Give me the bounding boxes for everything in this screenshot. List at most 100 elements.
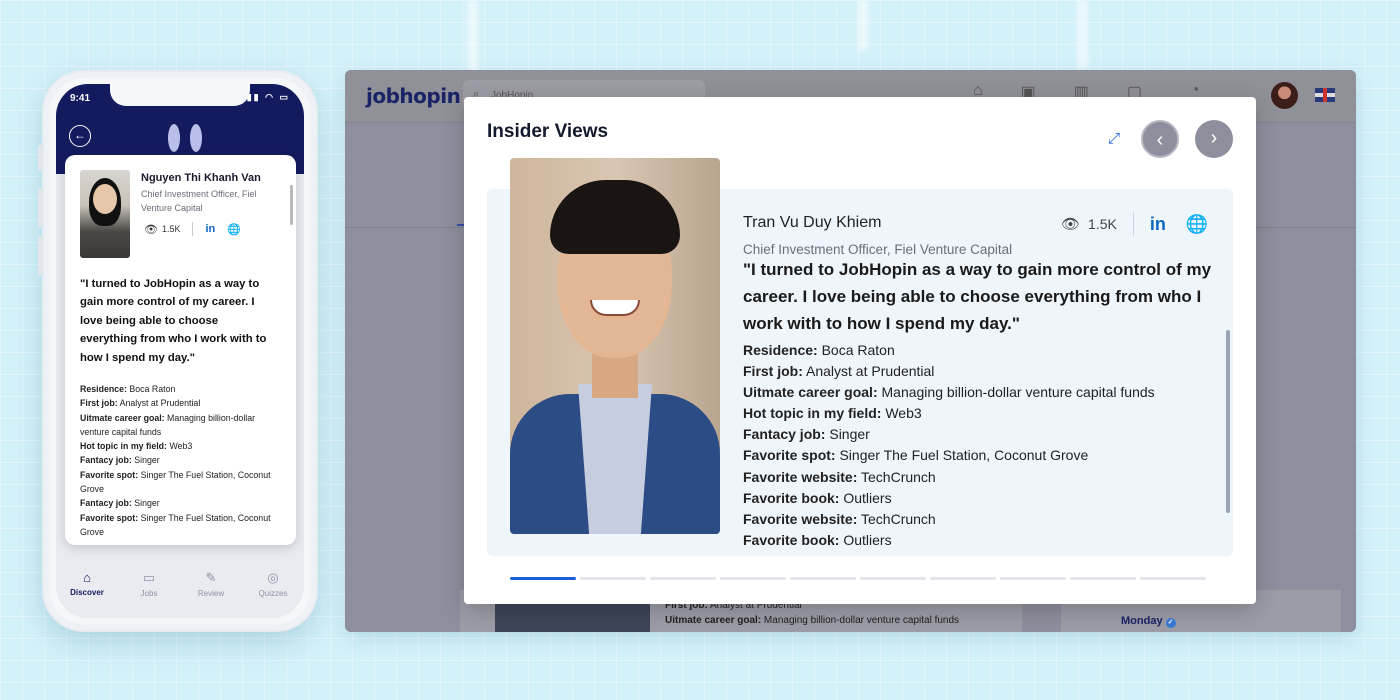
- fact-value: Singer The Fuel Station, Coconut Grove: [835, 447, 1089, 464]
- carousel-dot[interactable]: [1070, 577, 1136, 580]
- fact-value: Web3: [881, 405, 922, 422]
- brand-logo[interactable]: jobhopin: [366, 84, 461, 108]
- linkedin-icon[interactable]: in: [205, 223, 215, 235]
- nav-item-review[interactable]: ✎ Review: [186, 570, 236, 618]
- fact-label: Uitmate career goal:: [743, 384, 878, 401]
- fact-row: Favorite spot: Singer The Fuel Station, …: [80, 511, 280, 540]
- fact-row: Residence: Boca Raton: [743, 340, 1213, 361]
- phone-mockup: 9:41 ▮▮ ◠ ▭ ← Nguyen Thi Khanh Van Chief…: [42, 70, 318, 632]
- fact-label: First job:: [80, 398, 118, 409]
- fact-label: Uitmate career goal:: [80, 412, 165, 423]
- fact-value: Singer: [131, 498, 160, 509]
- carousel-dot[interactable]: [860, 577, 926, 580]
- fact-value: Singer: [825, 426, 870, 443]
- fact-label: Hot topic in my field:: [80, 441, 167, 452]
- nav-label: Discover: [70, 588, 104, 597]
- fact-row: First job: Analyst at Prudential: [743, 361, 1213, 382]
- phone-button: [38, 188, 43, 228]
- phone-screen: 9:41 ▮▮ ◠ ▭ ← Nguyen Thi Khanh Van Chief…: [56, 84, 304, 618]
- uk-flag-icon[interactable]: [1315, 88, 1335, 102]
- fact-row: Uitmate career goal: Managing billion-do…: [665, 613, 959, 628]
- profile-photo: [510, 158, 720, 534]
- profile-meta: 👁 1.5K in 🌐: [144, 222, 241, 236]
- verified-icon: ✓: [1165, 618, 1176, 628]
- eye-icon: 👁: [1061, 216, 1081, 233]
- carousel-dot[interactable]: [580, 577, 646, 580]
- light-streak: [1078, 0, 1088, 70]
- light-streak: [858, 0, 868, 50]
- fact-row: Fantacy job: Singer: [80, 453, 280, 467]
- fact-value: Outliers: [839, 489, 892, 506]
- profile-role: Chief Investment Officer, Fiel Venture C…: [743, 242, 1013, 257]
- fact-row: Uitmate career goal: Managing billion-do…: [80, 411, 280, 440]
- fact-row: Uitmate career goal: Managing billion-do…: [743, 382, 1213, 403]
- fact-value: Singer: [131, 455, 160, 466]
- fact-label: Hot topic in my field:: [743, 405, 882, 422]
- fact-label: First job:: [743, 363, 803, 380]
- fact-label: Residence:: [743, 342, 818, 358]
- fact-row: Favorite spot: Singer The Fuel Station, …: [80, 468, 280, 497]
- next-button[interactable]: ›: [1195, 120, 1233, 158]
- fact-row: First job: Analyst at Prudential: [80, 396, 280, 410]
- profile-name: Nguyen Thi Khanh Van: [141, 172, 261, 184]
- carousel-dot[interactable]: [1140, 577, 1206, 580]
- company-logo: [166, 124, 206, 152]
- carousel-dot[interactable]: [650, 577, 716, 580]
- avatar[interactable]: [1271, 82, 1298, 109]
- fact-row: Fantacy job: Singer: [80, 496, 280, 510]
- fact-value: Managing billion-dollar venture capital …: [761, 615, 960, 626]
- fact-label: Favorite website:: [743, 468, 858, 485]
- fact-row: Hot topic in my field: Web3: [80, 439, 280, 453]
- globe-icon[interactable]: 🌐: [1186, 214, 1208, 235]
- nav-label: Quizzes: [258, 589, 288, 598]
- fact-value: Outliers: [839, 531, 892, 548]
- carousel-dot[interactable]: [1000, 577, 1066, 580]
- scrollbar[interactable]: [1226, 330, 1230, 513]
- globe-icon[interactable]: 🌐: [227, 223, 241, 236]
- linkedin-icon[interactable]: in: [1150, 214, 1166, 235]
- fact-label: Fantacy job:: [80, 498, 132, 509]
- fact-value: TechCrunch: [857, 510, 936, 527]
- fact-label: Favorite spot:: [743, 447, 836, 464]
- fact-value: Analyst at Prudential: [117, 398, 201, 409]
- back-icon[interactable]: ←: [69, 125, 91, 147]
- carousel-dot[interactable]: [720, 577, 786, 580]
- jobs-icon: ▭: [142, 570, 156, 585]
- carousel-dot[interactable]: [790, 577, 856, 580]
- nav-item-discover[interactable]: ⌂ Discover: [62, 570, 112, 618]
- nav-item-quizzes[interactable]: ◎ Quizzes: [248, 570, 298, 618]
- eye-icon: 👁: [144, 223, 158, 236]
- fact-value: Managing billion-dollar venture capital …: [877, 384, 1155, 401]
- fact-label: Residence:: [80, 384, 127, 394]
- phone-notch: [110, 84, 250, 106]
- modal-title: Insider Views: [487, 121, 609, 142]
- carousel-indicator: [510, 577, 1206, 580]
- view-count: 1.5K: [1088, 216, 1117, 232]
- fact-value: Boca Raton: [126, 384, 176, 394]
- nav-label: Jobs: [140, 589, 158, 598]
- carousel-dot[interactable]: [930, 577, 996, 580]
- profile-quote: "I turned to JobHopin as a way to gain m…: [743, 260, 1212, 333]
- fact-label: Uitmate career goal:: [665, 615, 762, 626]
- fact-value: Web3: [167, 441, 193, 452]
- quiz-icon: ◎: [267, 570, 279, 585]
- expand-icon[interactable]: ⤢: [1105, 130, 1123, 148]
- previous-button[interactable]: ‹: [1141, 120, 1179, 158]
- scrollbar[interactable]: [290, 185, 293, 225]
- fact-row: Hot topic in my field: Web3: [743, 403, 1213, 424]
- fact-label: Fantacy job:: [743, 426, 826, 443]
- signal-wifi-battery-icon: ▮▮ ◠ ▭: [246, 92, 290, 102]
- fact-label: Favorite website:: [743, 510, 858, 527]
- profile-details: "I turned to JobHopin as a way to gain m…: [743, 260, 1213, 556]
- profile-facts: Residence: Boca Raton First job: Analyst …: [743, 340, 1213, 551]
- review-icon: ✎: [205, 570, 217, 585]
- insider-card: Nguyen Thi Khanh Van Chief Investment Of…: [65, 155, 296, 545]
- nav-item-jobs[interactable]: ▭ Jobs: [124, 570, 174, 618]
- view-count: 1.5K: [161, 224, 181, 234]
- carousel-dot[interactable]: [510, 577, 576, 580]
- company-name: Monday ✓: [1121, 615, 1176, 628]
- status-time: 9:41: [70, 93, 91, 104]
- fact-row: Residence: Boca Raton: [80, 382, 280, 396]
- profile-quote: "I turned to JobHopin as a way to gain m…: [80, 278, 267, 364]
- profile-name: Tran Vu Duy Khiem: [743, 214, 882, 231]
